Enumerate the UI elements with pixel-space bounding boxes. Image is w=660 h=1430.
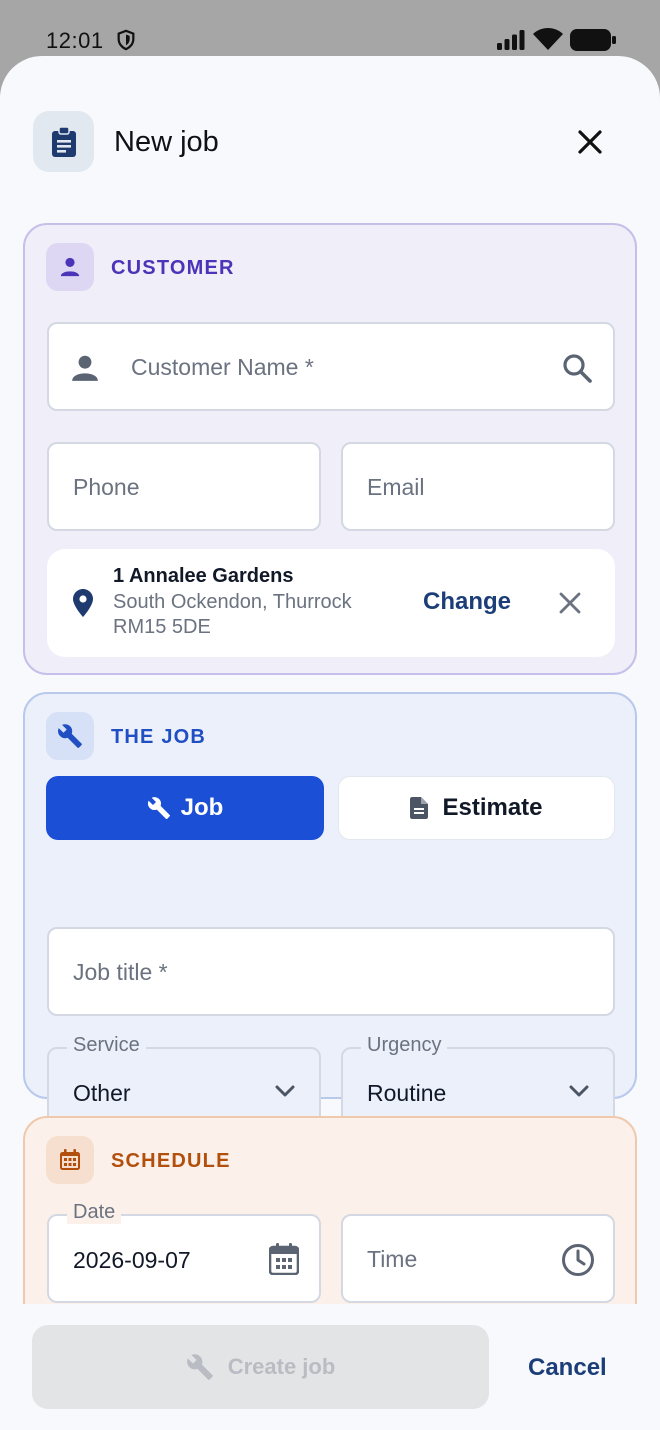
calendar-icon[interactable] xyxy=(269,1243,299,1275)
service-value: Other xyxy=(73,1080,131,1106)
schedule-section-title: SCHEDULE xyxy=(111,1150,231,1172)
job-section: THE JOB Job Estimate Job title * Service… xyxy=(23,692,637,1136)
wrench-icon xyxy=(147,797,170,819)
page-title: New job xyxy=(114,126,219,158)
clock-icon[interactable] xyxy=(561,1243,595,1277)
change-address-button[interactable]: Change xyxy=(423,588,511,616)
email-input[interactable]: Email xyxy=(341,442,615,531)
job-section-title: THE JOB xyxy=(111,726,207,748)
bottom-action-bar: Create job Cancel xyxy=(0,1304,660,1430)
job-type-job-button[interactable]: Job xyxy=(46,776,324,840)
job-section-icon-box xyxy=(46,712,94,760)
clipboard-icon xyxy=(51,126,76,157)
clear-address-icon[interactable] xyxy=(559,592,581,614)
chevron-down-icon xyxy=(275,1085,295,1097)
date-value: 2026-09-07 xyxy=(73,1247,191,1273)
address-line-2: South Ockendon, Thurrock xyxy=(113,591,352,613)
customer-section-icon-box xyxy=(46,243,94,291)
header-icon-box xyxy=(33,111,94,172)
wifi-icon xyxy=(533,28,563,50)
customer-section: CUSTOMER Customer Name * Phone Email 1 A… xyxy=(23,223,637,675)
location-pin-icon xyxy=(73,589,93,617)
wrench-icon xyxy=(186,1354,213,1380)
service-label: Service xyxy=(67,1034,146,1057)
job-type-job-label: Job xyxy=(180,794,224,821)
close-icon xyxy=(578,130,602,154)
time-placeholder: Time xyxy=(367,1246,418,1272)
date-input[interactable]: Date 2026-09-07 xyxy=(47,1201,321,1303)
time-input[interactable]: Time xyxy=(341,1214,615,1303)
job-title-placeholder: Job title * xyxy=(73,959,168,985)
close-button[interactable] xyxy=(570,122,610,162)
address-line-3: RM15 5DE xyxy=(113,616,211,638)
address-card: 1 Annalee Gardens South Ockendon, Thurro… xyxy=(47,549,615,657)
chevron-down-icon xyxy=(569,1085,589,1097)
urgency-label: Urgency xyxy=(361,1034,448,1057)
signal-icon xyxy=(497,30,525,50)
phone-placeholder: Phone xyxy=(73,474,140,500)
battery-icon xyxy=(570,29,616,51)
create-job-label: Create job xyxy=(227,1354,336,1379)
wrench-icon xyxy=(58,724,82,748)
urgency-value: Routine xyxy=(367,1080,447,1106)
job-type-estimate-button[interactable]: Estimate xyxy=(338,776,615,840)
status-time: 12:01 xyxy=(46,28,104,53)
person-icon xyxy=(72,355,98,381)
customer-section-title: CUSTOMER xyxy=(111,257,235,279)
schedule-section-icon-box xyxy=(46,1136,94,1184)
document-icon xyxy=(410,797,429,819)
date-label: Date xyxy=(67,1201,122,1224)
new-job-sheet: New job CUSTOMER Customer Name * Phone E… xyxy=(0,56,660,1430)
shield-icon xyxy=(117,29,135,51)
customer-name-input[interactable]: Customer Name * xyxy=(47,322,615,411)
customer-name-placeholder: Customer Name * xyxy=(131,354,314,380)
search-icon[interactable] xyxy=(561,352,593,384)
phone-input[interactable]: Phone xyxy=(47,442,321,531)
create-job-button[interactable]: Create job xyxy=(32,1325,489,1409)
email-placeholder: Email xyxy=(367,474,425,500)
address-line-1: 1 Annalee Gardens xyxy=(113,565,294,587)
job-type-estimate-label: Estimate xyxy=(442,794,543,821)
person-icon xyxy=(60,257,80,277)
cancel-button[interactable]: Cancel xyxy=(528,1354,607,1382)
job-title-input[interactable]: Job title * xyxy=(47,927,615,1016)
calendar-icon xyxy=(60,1149,80,1170)
